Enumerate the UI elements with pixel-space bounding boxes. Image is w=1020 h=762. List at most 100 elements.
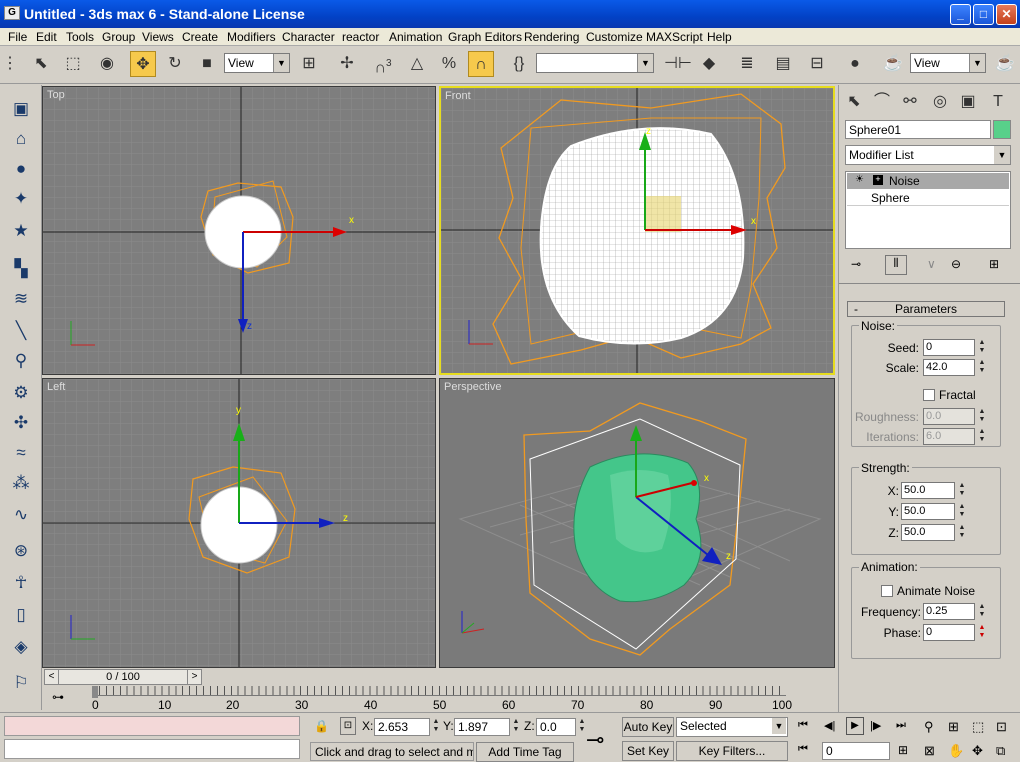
bone-icon[interactable]: ╲ <box>8 319 34 343</box>
space-warp-icon[interactable]: ≈ <box>8 441 34 465</box>
strength-y-spinner[interactable]: ▲ ▼ <box>957 503 967 520</box>
schematic-view-icon[interactable]: ⊟ <box>804 51 830 77</box>
create-tab-icon[interactable]: ⬉ <box>841 90 867 114</box>
modifier-list-dropdown[interactable]: Modifier List ▼ <box>845 145 1011 165</box>
goto-end-icon[interactable]: ⏭ <box>896 719 906 732</box>
menu-character[interactable]: Character <box>282 30 335 44</box>
set-key-icon[interactable]: ⊸ <box>586 727 604 753</box>
menu-tools[interactable]: Tools <box>66 30 94 44</box>
key-filters-button[interactable]: Key Filters... <box>676 741 788 761</box>
lightbulb-icon[interactable]: ☀ <box>855 174 864 185</box>
seed-field[interactable]: 0 <box>923 339 975 356</box>
configure-sets-icon[interactable]: ⊞ <box>989 257 999 271</box>
play-icon[interactable]: ▶ <box>846 717 864 735</box>
auto-key-button[interactable]: Auto Key <box>622 717 674 737</box>
pan-icon[interactable]: ✋ <box>948 743 964 759</box>
menu-rendering[interactable]: Rendering <box>524 30 579 44</box>
select-object-icon[interactable]: ⬉ <box>28 51 54 77</box>
strength-x-spinner[interactable]: ▲ ▼ <box>957 482 967 499</box>
menu-help[interactable]: Help <box>707 30 732 44</box>
material-editor-icon[interactable]: ● <box>842 51 868 77</box>
expand-icon[interactable]: + <box>873 175 883 185</box>
seed-spinner[interactable]: ▲ ▼ <box>977 339 987 356</box>
viewport-top-label[interactable]: Top <box>47 89 65 101</box>
time-slider-next[interactable]: > <box>187 670 201 684</box>
coord-z-field[interactable]: 0.0 <box>536 718 576 736</box>
viewport-left[interactable]: Left y z <box>42 378 436 668</box>
display-tab-icon[interactable]: ▣ <box>955 90 981 114</box>
door-icon[interactable]: ▯ <box>8 603 34 627</box>
reference-coordinate-dropdown[interactable]: View ▼ <box>224 53 290 73</box>
modify-tab-icon[interactable]: ⌒ <box>869 90 895 114</box>
coord-y-spinner[interactable]: ▲ ▼ <box>511 718 521 735</box>
menu-edit[interactable]: Edit <box>36 30 57 44</box>
gear-icon[interactable]: ⚙ <box>8 381 34 405</box>
render-type-dropdown[interactable]: View ▼ <box>910 53 986 73</box>
iterations-spinner[interactable]: ▲ ▼ <box>977 428 987 445</box>
select-and-link-icon[interactable]: ✢ <box>334 51 360 77</box>
goto-start-icon[interactable]: ⏮ <box>798 719 808 732</box>
magnifier-icon[interactable]: ⚲ <box>8 349 34 373</box>
select-by-name-icon[interactable]: ◉ <box>94 51 120 77</box>
set-key-button[interactable]: Set Key <box>622 741 674 761</box>
track-frame-marker[interactable] <box>92 686 98 698</box>
cylinder-icon[interactable]: ≋ <box>8 287 34 311</box>
maxscript-listener-mini[interactable] <box>4 716 300 736</box>
phase-spinner[interactable]: ▲ ▼ <box>977 624 987 641</box>
star-icon[interactable]: ★ <box>8 219 34 243</box>
remove-modifier-icon[interactable]: ⊖ <box>951 257 961 271</box>
close-button[interactable]: ✕ <box>996 4 1017 25</box>
render-scene-icon[interactable]: ☕ <box>880 51 906 77</box>
object-name-field[interactable]: Sphere01 <box>845 120 991 139</box>
coord-x-field[interactable]: 2.653 <box>374 718 430 736</box>
shapes-icon[interactable]: ⌂ <box>8 127 34 151</box>
scale-tool-icon[interactable]: ■ <box>194 51 220 77</box>
utilities-tab-icon[interactable]: T <box>985 90 1011 114</box>
helper-icon[interactable]: ✣ <box>8 411 34 435</box>
menu-animation[interactable]: Animation <box>389 30 442 44</box>
menu-graph-editors[interactable]: Graph Editors <box>448 30 522 44</box>
zoom-extents-all-icon[interactable]: ⊡ <box>996 719 1007 735</box>
checker-icon[interactable]: ▚ <box>8 257 34 281</box>
animate-noise-checkbox[interactable] <box>881 585 893 597</box>
align-icon[interactable]: ◆ <box>696 51 722 77</box>
move-tool-icon[interactable]: ✥ <box>130 51 156 77</box>
viewport-perspective-label[interactable]: Perspective <box>444 381 501 393</box>
add-time-tag-button[interactable]: Add Time Tag <box>476 742 574 762</box>
viewport-top[interactable]: Top x z <box>42 86 436 375</box>
viewport-front[interactable]: Front x z <box>439 86 835 375</box>
zoom-all-icon[interactable]: ⊞ <box>948 719 959 735</box>
lock-icon[interactable]: 🔒 <box>314 719 329 733</box>
viewport-perspective[interactable]: Perspective x z <box>439 378 835 668</box>
strength-z-spinner[interactable]: ▲ ▼ <box>957 524 967 541</box>
phase-field[interactable]: 0 <box>923 624 975 641</box>
strength-z-field[interactable]: 50.0 <box>901 524 955 541</box>
strength-x-field[interactable]: 50.0 <box>901 482 955 499</box>
viewport-left-label[interactable]: Left <box>47 381 65 393</box>
named-selection-dropdown[interactable]: ▼ <box>536 53 654 73</box>
show-end-result-icon[interactable]: ⫴ <box>885 255 907 275</box>
rotate-tool-icon[interactable]: ↻ <box>162 51 188 77</box>
cloth-icon[interactable]: ◈ <box>8 635 34 659</box>
stack-item-noise[interactable]: ☀ + Noise <box>847 173 1009 189</box>
object-color-swatch[interactable] <box>993 120 1011 139</box>
roughness-field[interactable]: 0.0 <box>923 408 975 425</box>
pivot-center-icon[interactable]: ⊞ <box>296 51 322 77</box>
frequency-field[interactable]: 0.25 <box>923 603 975 620</box>
menu-views[interactable]: Views <box>142 30 174 44</box>
motion-tab-icon[interactable]: ◎ <box>927 90 953 114</box>
menu-group[interactable]: Group <box>102 30 135 44</box>
make-unique-icon[interactable]: ∨ <box>927 257 936 271</box>
absolute-mode-icon[interactable]: ⊡ <box>340 717 356 735</box>
current-frame-field[interactable]: 0 <box>822 742 890 760</box>
track-view-icon[interactable]: ▤ <box>770 51 796 77</box>
snap-toggle-icon[interactable]: ∩3 <box>370 51 396 77</box>
wave-icon[interactable]: ∿ <box>8 503 34 527</box>
menu-modifiers[interactable]: Modifiers <box>227 30 276 44</box>
key-mode-toggle-icon[interactable]: ⏮ <box>798 743 808 756</box>
minimize-button[interactable]: _ <box>950 4 971 25</box>
app-icon[interactable]: G <box>4 6 20 20</box>
time-config-icon[interactable]: ⊞ <box>898 743 908 757</box>
frequency-spinner[interactable]: ▲ ▼ <box>977 603 987 620</box>
lights-icon[interactable]: ✦ <box>8 187 34 211</box>
